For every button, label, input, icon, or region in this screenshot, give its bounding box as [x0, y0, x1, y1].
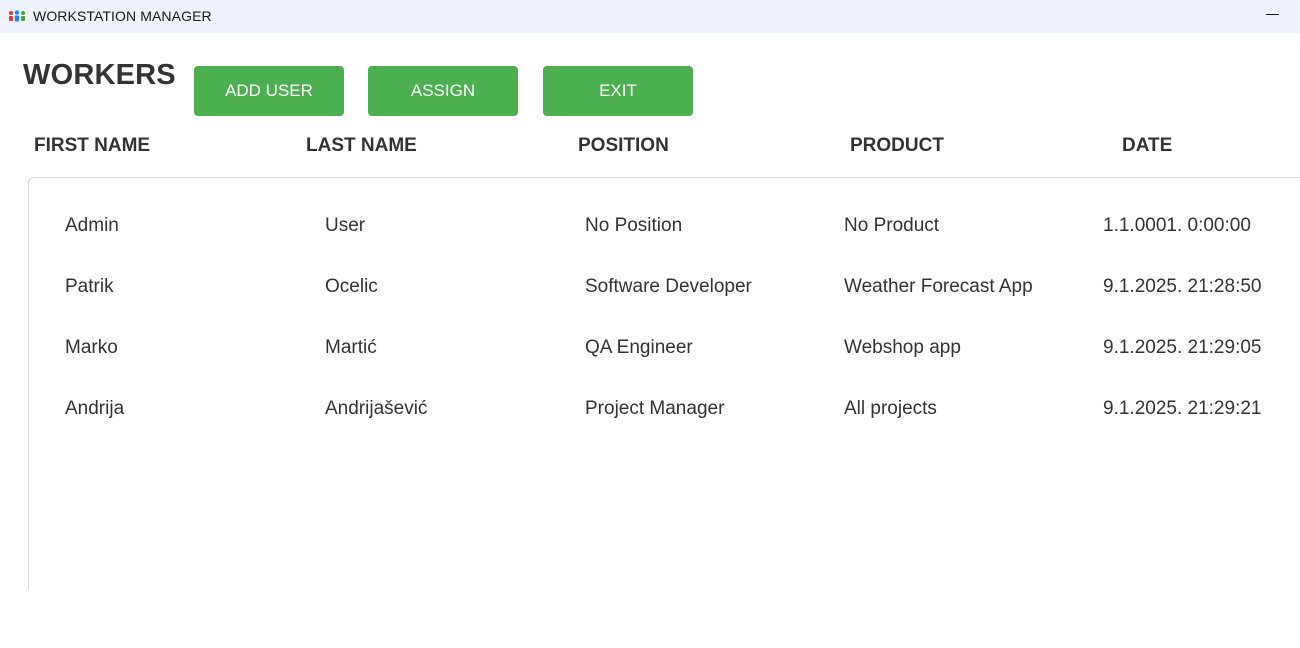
column-header-position: POSITION: [578, 135, 669, 156]
cell-last-name: User: [325, 215, 366, 236]
assign-button[interactable]: ASSIGN: [368, 66, 518, 116]
cell-last-name: Martić: [325, 337, 377, 358]
cell-product: Webshop app: [844, 337, 961, 358]
cell-first-name: Admin: [65, 215, 119, 236]
cell-date: 9.1.2025. 21:29:05: [1103, 337, 1262, 358]
cell-date: 9.1.2025. 21:29:21: [1103, 398, 1262, 419]
cell-date: 1.1.0001. 0:00:00: [1103, 215, 1251, 236]
people-group-icon: [9, 10, 25, 22]
table-row[interactable]: Patrik Ocelic Software Developer Weather…: [0, 276, 1300, 316]
page-title: WORKERS: [23, 59, 176, 91]
add-user-button[interactable]: ADD USER: [194, 66, 344, 116]
cell-last-name: Ocelic: [325, 276, 378, 297]
table-row[interactable]: Marko Martić QA Engineer Webshop app 9.1…: [0, 337, 1300, 377]
cell-first-name: Andrija: [65, 398, 125, 419]
cell-position: QA Engineer: [585, 337, 693, 358]
cell-date: 9.1.2025. 21:28:50: [1103, 276, 1262, 297]
cell-position: Project Manager: [585, 398, 725, 419]
exit-button[interactable]: EXIT: [543, 66, 693, 116]
cell-position: Software Developer: [585, 276, 752, 297]
window-title: WORKSTATION MANAGER: [33, 8, 212, 24]
cell-product: Weather Forecast App: [844, 276, 1033, 297]
cell-first-name: Marko: [65, 337, 118, 358]
cell-first-name: Patrik: [65, 276, 114, 297]
cell-position: No Position: [585, 215, 683, 236]
window-titlebar: WORKSTATION MANAGER: [0, 0, 1300, 33]
table-row[interactable]: Andrija Andrijašević Project Manager All…: [0, 398, 1300, 438]
cell-product: No Product: [844, 215, 940, 236]
column-header-first-name: FIRST NAME: [34, 135, 151, 156]
table-row[interactable]: Admin User No Position No Product 1.1.00…: [0, 215, 1300, 255]
minimize-icon[interactable]: [1262, 3, 1284, 27]
column-header-last-name: LAST NAME: [306, 135, 417, 156]
column-header-date: DATE: [1122, 135, 1173, 156]
cell-last-name: Andrijašević: [325, 398, 428, 419]
column-header-product: PRODUCT: [850, 135, 944, 156]
cell-product: All projects: [844, 398, 937, 419]
